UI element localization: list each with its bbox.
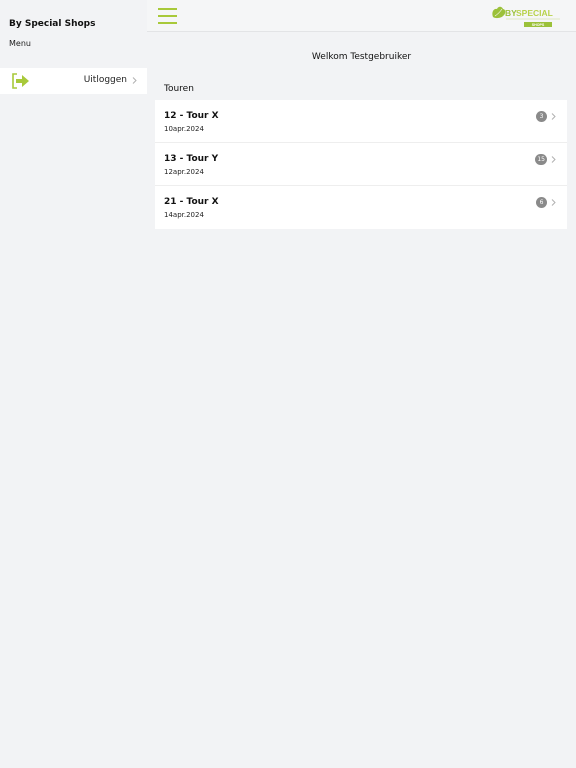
hamburger-bar xyxy=(158,22,177,24)
byspecial-logo: BY SPECIAL SHOPS xyxy=(492,6,560,27)
sidebar-title: By Special Shops xyxy=(9,19,96,29)
tour-row[interactable]: 12 - Tour X 10apr.2024 3 xyxy=(155,100,567,143)
welcome-message: Welkom Testgebruiker xyxy=(311,52,412,62)
section-title: Touren xyxy=(164,84,194,94)
count-badge: 15 xyxy=(535,154,547,165)
tour-name: 12 - Tour X xyxy=(164,111,219,121)
tour-list: 12 - Tour X 10apr.2024 3 13 - Tour Y 12a… xyxy=(155,100,567,229)
chevron-right-icon xyxy=(551,156,556,163)
tour-row[interactable]: 13 - Tour Y 12apr.2024 15 xyxy=(155,143,567,186)
chevron-right-icon xyxy=(551,113,556,120)
sidebar-item-label: Uitloggen xyxy=(83,75,127,85)
tour-name: 21 - Tour X xyxy=(164,197,219,207)
chevron-right-icon xyxy=(132,77,137,84)
tour-row[interactable]: 21 - Tour X 14apr.2024 6 xyxy=(155,186,567,229)
tour-name: 13 - Tour Y xyxy=(164,154,219,164)
tour-date: 14apr.2024 xyxy=(164,211,204,219)
hamburger-bar xyxy=(158,15,177,17)
tour-date: 12apr.2024 xyxy=(164,168,204,176)
app: By Special Shops Menu Uitloggen BY SPECI… xyxy=(0,0,576,768)
logo-shops-text: SHOPS xyxy=(532,23,545,27)
sidebar-subtitle: Menu xyxy=(9,39,31,48)
chevron-right-icon xyxy=(551,199,556,206)
logo-special-text: SPECIAL xyxy=(516,8,553,18)
logout-icon xyxy=(12,73,29,89)
header: BY SPECIAL SHOPS xyxy=(147,0,576,32)
count-badge: 3 xyxy=(536,111,547,122)
hamburger-bar xyxy=(158,8,177,10)
sidebar: By Special Shops Menu Uitloggen xyxy=(0,0,147,768)
hamburger-menu-button[interactable] xyxy=(158,8,177,24)
count-badge: 6 xyxy=(536,197,547,208)
tour-date: 10apr.2024 xyxy=(164,125,204,133)
sidebar-item-logout[interactable]: Uitloggen xyxy=(0,68,147,94)
